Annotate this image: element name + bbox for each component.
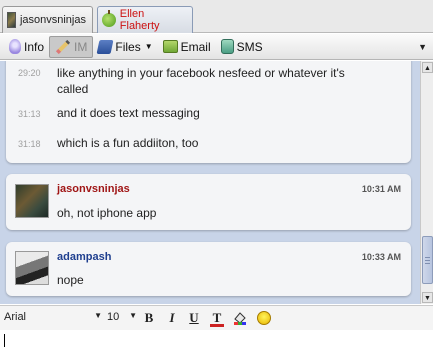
avatar[interactable]	[15, 184, 49, 218]
tab-strip: jasonvsninjas Ellen Flaherty	[0, 0, 433, 33]
buddy-avatar-icon	[7, 12, 16, 28]
message-time: 10:33 AM	[361, 252, 401, 262]
message-group: adampash 10:33 AM nope	[6, 242, 411, 296]
scroll-up-arrow-icon[interactable]: ▲	[422, 62, 433, 73]
text-cursor	[4, 334, 5, 347]
font-family-value: Arial	[4, 311, 27, 323]
message-group: 29:20 like anything in your facebook nes…	[6, 61, 411, 163]
im-button[interactable]: IM	[49, 35, 94, 58]
message-timestamp: 31:13	[18, 109, 41, 119]
info-button[interactable]: Info	[4, 36, 49, 58]
chevron-down-icon: ▼	[144, 42, 153, 51]
bold-button[interactable]: B	[142, 311, 156, 325]
email-label: Email	[180, 39, 211, 54]
italic-button[interactable]: I	[165, 311, 179, 325]
chevron-down-icon: ▼	[129, 311, 137, 320]
format-toolbar: Arial ▼ 10 ▼ B I U T	[0, 305, 433, 330]
pencil-icon	[55, 39, 71, 55]
sms-label: SMS	[236, 39, 263, 54]
toolbar-overflow-chevron-icon[interactable]: ▼	[418, 42, 427, 52]
message-log-scrollbar[interactable]: ▲ ▼	[420, 61, 433, 304]
message-group: jasonvsninjas 10:31 AM oh, not iphone ap…	[6, 174, 411, 230]
tab-jasonvsninjas[interactable]: jasonvsninjas	[2, 6, 93, 33]
sms-icon	[220, 39, 234, 54]
chevron-down-icon: ▼	[94, 311, 102, 320]
files-icon	[96, 39, 114, 54]
message-log[interactable]: 29:20 like anything in your facebook nes…	[0, 61, 420, 304]
scrollbar-thumb[interactable]	[422, 236, 433, 284]
tab-label: Ellen Flaherty	[119, 8, 160, 32]
font-size-select[interactable]: 10 ▼	[107, 311, 137, 323]
lightbulb-icon	[9, 39, 21, 54]
text-color-button[interactable]: T	[210, 311, 224, 327]
email-icon	[162, 40, 178, 53]
files-button[interactable]: Files ▼	[93, 36, 157, 58]
message-text: oh, not iphone app	[57, 206, 157, 220]
avatar[interactable]	[15, 251, 49, 285]
font-size-value: 10	[107, 311, 120, 323]
message-input[interactable]	[0, 330, 433, 352]
message-text: like anything in your facebook nesfeed o…	[57, 66, 345, 96]
background-color-icon[interactable]	[233, 311, 247, 325]
im-label: IM	[74, 39, 88, 54]
message-text: and it does text messaging	[57, 106, 200, 120]
tab-label: jasonvsninjas	[19, 14, 86, 26]
sms-button[interactable]: SMS	[216, 36, 268, 58]
info-label: Info	[24, 39, 45, 54]
emoticon-icon[interactable]	[257, 311, 271, 325]
files-label: Files	[115, 39, 141, 54]
message-timestamp: 29:20	[18, 68, 41, 78]
font-family-select[interactable]: Arial ▼	[4, 311, 102, 323]
message-timestamp: 31:18	[18, 139, 41, 149]
message-text: nope	[57, 273, 84, 287]
message-time: 10:31 AM	[361, 184, 401, 194]
email-button[interactable]: Email	[158, 36, 216, 58]
apple-icon	[102, 10, 116, 27]
scroll-down-arrow-icon[interactable]: ▼	[422, 292, 433, 303]
underline-button[interactable]: U	[187, 311, 201, 325]
sender-name[interactable]: adampash	[57, 251, 111, 263]
message-text: which is a fun addiiton, too	[57, 136, 199, 150]
conversation-toolbar: Info IM Files ▼ Email SMS ▼	[0, 34, 433, 60]
sender-name[interactable]: jasonvsninjas	[57, 183, 130, 195]
tab-ellen-flaherty[interactable]: Ellen Flaherty	[97, 6, 193, 33]
